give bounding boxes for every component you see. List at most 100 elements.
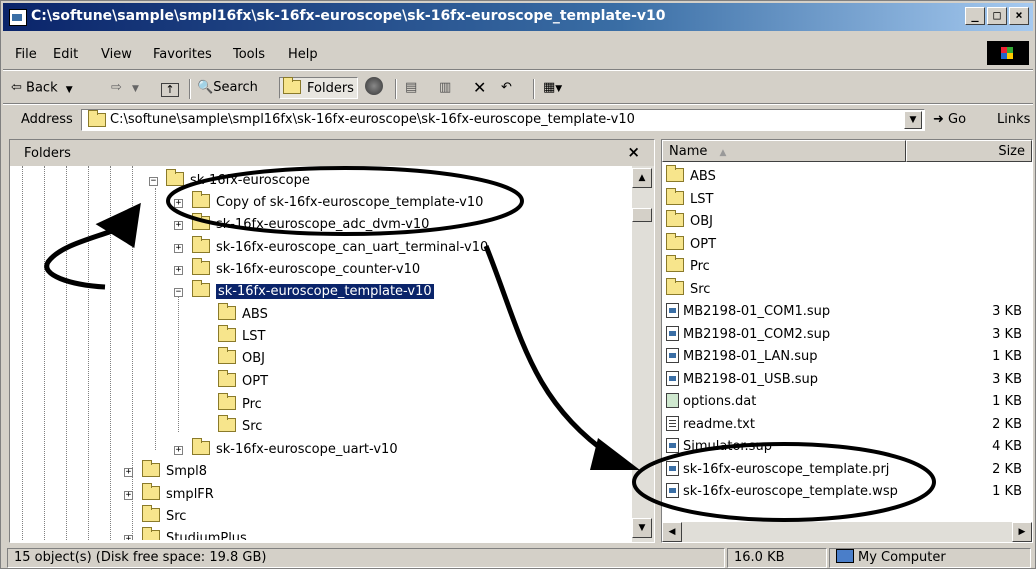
- tree-item-src-root[interactable]: Src: [142, 505, 186, 528]
- list-horizontal-scrollbar[interactable]: ◀ ▶: [662, 522, 1032, 542]
- tree-item-smpl8[interactable]: + Smpl8: [124, 460, 207, 483]
- tree-label: Copy of sk-16fx-euroscope_template-v10: [216, 195, 484, 210]
- tree-item-prc[interactable]: Prc: [218, 393, 262, 416]
- views-button[interactable]: ▦▼: [543, 77, 562, 99]
- file-size: 1 KB: [992, 484, 1022, 499]
- move-to-button[interactable]: ▤: [405, 77, 417, 99]
- folder-icon: [142, 460, 160, 477]
- tree-item-euroscope[interactable]: − sk-16fx-euroscope: [149, 169, 310, 192]
- list-item[interactable]: MB2198-01_USB.sup 3 KB: [666, 369, 1028, 391]
- tree-item-abs[interactable]: ABS: [218, 303, 268, 326]
- tree-item-smplfr[interactable]: + smplFR: [124, 483, 214, 506]
- tree-label: Src: [242, 419, 263, 434]
- expand-icon[interactable]: +: [174, 266, 183, 275]
- back-dropdown-icon[interactable]: ▼: [66, 85, 73, 95]
- tree-item-can-uart-terminal[interactable]: + sk-16fx-euroscope_can_uart_terminal-v1…: [174, 236, 488, 259]
- scroll-left-icon[interactable]: ◀: [662, 522, 682, 542]
- list-item[interactable]: MB2198-01_COM2.sup 3 KB: [666, 324, 1028, 346]
- tree-item-obj[interactable]: OBJ: [218, 347, 265, 370]
- list-item[interactable]: sk-16fx-euroscope_template.wsp 1 KB: [666, 481, 1028, 503]
- sup-file-icon: [666, 348, 679, 363]
- views-dropdown-icon[interactable]: ▼: [555, 84, 562, 94]
- list-item[interactable]: sk-16fx-euroscope_template.prj 2 KB: [666, 459, 1028, 481]
- expand-icon[interactable]: +: [174, 199, 183, 208]
- list-item[interactable]: MB2198-01_COM1.sup 3 KB: [666, 301, 1028, 323]
- tree-item-template-selected[interactable]: − sk-16fx-euroscope_template-v10: [174, 280, 435, 303]
- list-item[interactable]: ABS: [666, 165, 1028, 188]
- back-button[interactable]: ⇦ Back ▼: [11, 77, 73, 99]
- collapse-icon[interactable]: −: [149, 177, 158, 186]
- tree-item-src[interactable]: Src: [218, 415, 263, 438]
- tree-label: ABS: [242, 307, 268, 322]
- tree-item-counter[interactable]: + sk-16fx-euroscope_counter-v10: [174, 258, 420, 281]
- close-folders-pane-icon[interactable]: ×: [627, 143, 640, 161]
- file-name: MB2198-01_COM1.sup: [683, 304, 831, 319]
- minimize-button[interactable]: _: [965, 7, 985, 25]
- tree-item-lst[interactable]: LST: [218, 325, 265, 348]
- folder-icon: [218, 393, 236, 410]
- list-item[interactable]: OBJ: [666, 210, 1028, 233]
- forward-button[interactable]: ⇨ ▼: [111, 77, 139, 99]
- forward-dropdown-icon[interactable]: ▼: [132, 84, 139, 94]
- tree-item-adc-dvm[interactable]: + sk-16fx-euroscope_adc_dvm-v10: [174, 213, 430, 236]
- folders-vertical-scrollbar[interactable]: ▲ ▼: [632, 166, 654, 542]
- search-button[interactable]: 🔍Search: [197, 77, 258, 99]
- list-item[interactable]: Simulator.sup 4 KB: [666, 436, 1028, 458]
- expand-icon[interactable]: +: [124, 491, 133, 500]
- close-button[interactable]: ×: [1009, 7, 1029, 25]
- list-item[interactable]: Prc: [666, 255, 1028, 278]
- expand-icon[interactable]: +: [124, 535, 133, 540]
- undo-button[interactable]: ↶: [501, 77, 512, 99]
- menu-tools[interactable]: Tools: [233, 47, 265, 62]
- file-size: 1 KB: [992, 394, 1022, 409]
- tree-item-studiumplus[interactable]: + StudiumPlus: [124, 527, 247, 540]
- file-list-pane: Name ▲ Size ABS LST OBJ OPT Prc Src MB2198-01_…: [661, 139, 1033, 543]
- tree-item-uart[interactable]: + sk-16fx-euroscope_uart-v10: [174, 438, 398, 461]
- folders-icon: [283, 77, 301, 94]
- address-input[interactable]: C:\softune\sample\smpl16fx\sk-16fx-euros…: [81, 109, 925, 131]
- links-button[interactable]: Links: [997, 112, 1030, 127]
- delete-button[interactable]: ✕: [473, 77, 486, 99]
- tree-label: Prc: [242, 397, 262, 412]
- address-dropdown-icon[interactable]: ▼: [904, 111, 922, 129]
- menu-file[interactable]: File: [15, 47, 37, 62]
- column-header-name[interactable]: Name ▲: [662, 140, 906, 162]
- file-size: 2 KB: [992, 416, 1022, 432]
- scroll-up-icon[interactable]: ▲: [632, 168, 652, 188]
- column-header-size[interactable]: Size: [906, 140, 1032, 162]
- list-item[interactable]: LST: [666, 187, 1028, 211]
- list-item[interactable]: OPT: [666, 232, 1028, 256]
- expand-icon[interactable]: +: [174, 221, 183, 230]
- expand-icon[interactable]: +: [124, 468, 133, 477]
- scroll-right-icon[interactable]: ▶: [1012, 522, 1032, 542]
- address-value: C:\softune\sample\smpl16fx\sk-16fx-euros…: [110, 112, 635, 127]
- list-item[interactable]: readme.txt 2 KB: [666, 414, 1028, 436]
- up-folder-button[interactable]: ↑: [161, 77, 179, 99]
- file-size: 3 KB: [992, 326, 1022, 342]
- menu-favorites[interactable]: Favorites: [153, 47, 212, 62]
- go-button[interactable]: ➜ Go: [933, 112, 966, 127]
- tree-item-opt[interactable]: OPT: [218, 370, 268, 393]
- title-bar[interactable]: C:\softune\sample\smpl16fx\sk-16fx-euros…: [3, 3, 1033, 31]
- list-item[interactable]: MB2198-01_LAN.sup 1 KB: [666, 346, 1028, 368]
- my-computer-icon: [836, 549, 854, 563]
- menu-help[interactable]: Help: [288, 47, 318, 62]
- scroll-down-icon[interactable]: ▼: [632, 518, 652, 538]
- menu-view[interactable]: View: [101, 47, 132, 62]
- maximize-button[interactable]: □: [987, 7, 1007, 25]
- expand-icon[interactable]: +: [174, 244, 183, 253]
- menu-edit[interactable]: Edit: [53, 47, 78, 62]
- scroll-thumb[interactable]: [632, 208, 652, 222]
- folders-pane: Folders × − sk-16fx-euroscope + Copy of …: [9, 139, 655, 543]
- collapse-icon[interactable]: −: [174, 288, 183, 297]
- list-item[interactable]: options.dat 1 KB: [666, 391, 1028, 413]
- file-name: Prc: [690, 259, 710, 274]
- tree-item-copy-template[interactable]: + Copy of sk-16fx-euroscope_template-v10: [174, 191, 484, 214]
- copy-to-button[interactable]: ▥: [439, 77, 451, 99]
- folders-button[interactable]: Folders: [279, 77, 358, 99]
- list-item[interactable]: Src: [666, 277, 1028, 301]
- tree-label: sk-16fx-euroscope_adc_dvm-v10: [216, 217, 430, 232]
- history-button[interactable]: [365, 77, 383, 99]
- folder-icon: [192, 438, 210, 455]
- expand-icon[interactable]: +: [174, 446, 183, 455]
